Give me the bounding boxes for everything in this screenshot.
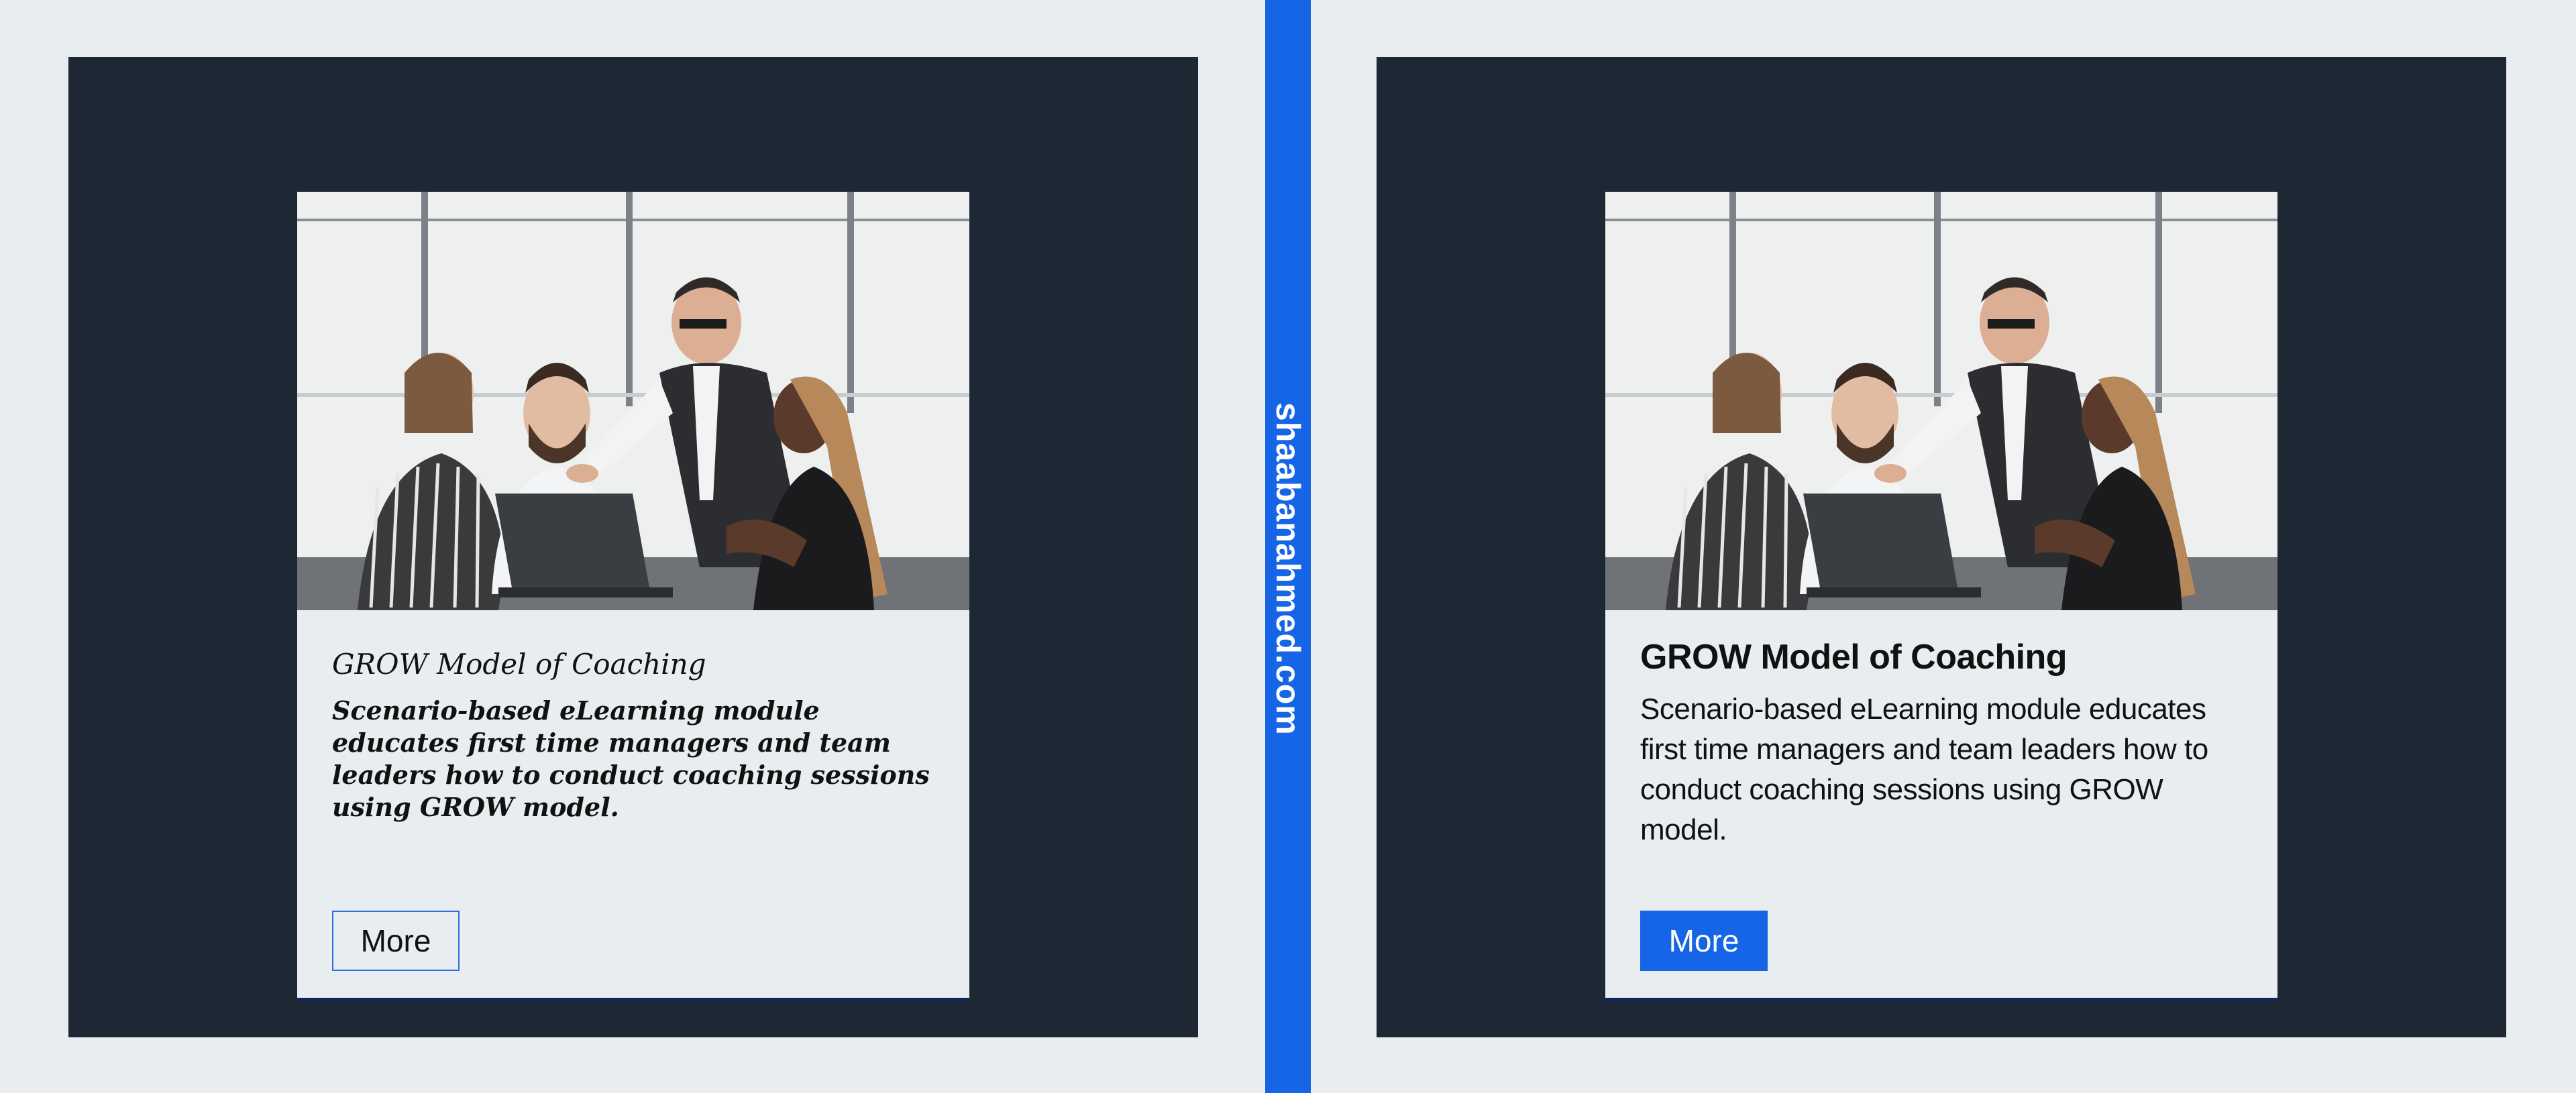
course-card-after: GROW Model of Coaching Scenario-based eL… <box>1605 192 2277 998</box>
right-panel: GROW Model of Coaching Scenario-based eL… <box>1377 57 2506 1037</box>
card-description: Scenario-based eLearning module educates… <box>332 695 930 822</box>
watermark-text: shaabanahmed.com <box>1269 402 1307 736</box>
more-button[interactable]: More <box>1640 911 1768 971</box>
card-description: Scenario-based eLearning module educates… <box>1640 693 2208 846</box>
more-button[interactable]: More <box>332 911 460 971</box>
left-panel: GROW Model of Coaching Scenario-based eL… <box>68 57 1198 1037</box>
course-photo <box>297 192 969 610</box>
course-photo <box>1605 192 2277 610</box>
course-card-before: GROW Model of Coaching Scenario-based eL… <box>297 192 969 998</box>
card-title: GROW Model of Coaching <box>332 648 706 681</box>
card-title: GROW Model of Coaching <box>1640 638 2068 677</box>
